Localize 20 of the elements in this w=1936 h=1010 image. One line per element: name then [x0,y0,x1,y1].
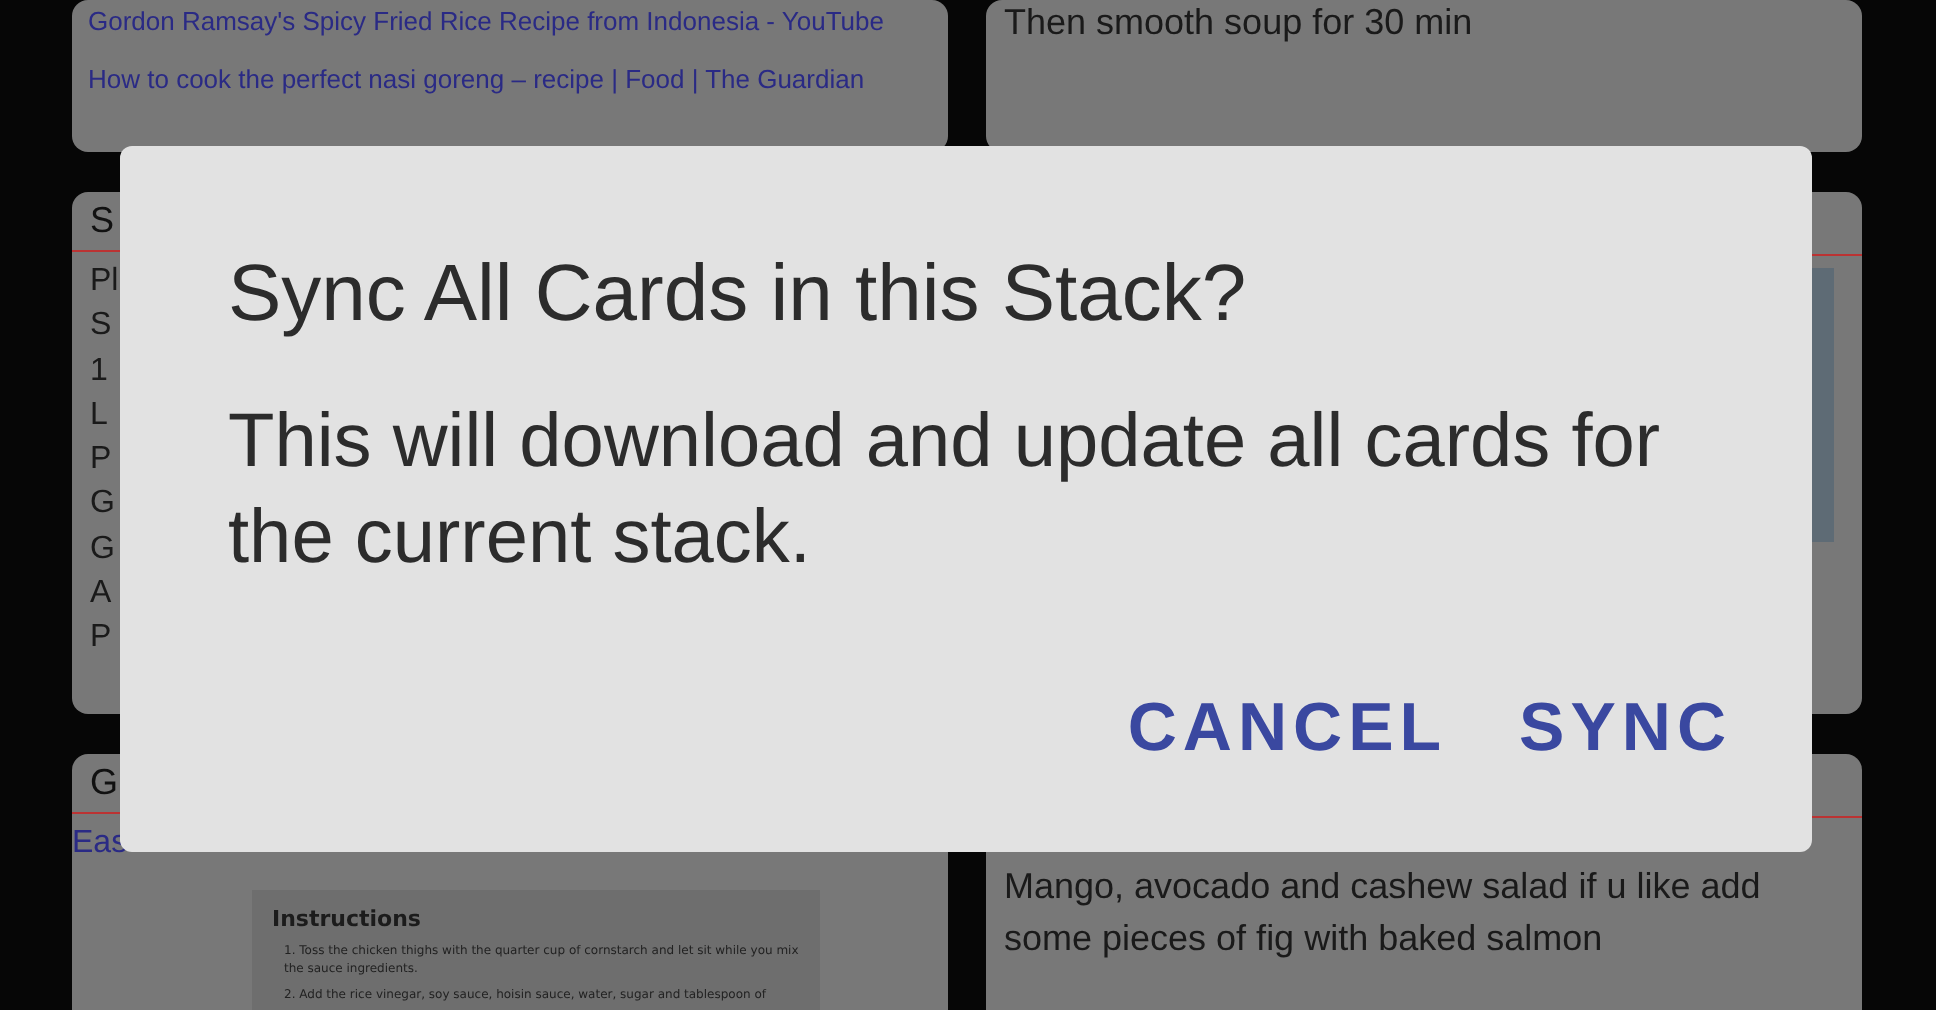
document-heading: Instructions [272,906,423,932]
card-text: P [90,618,112,659]
dialog-title: Sync All Cards in this Stack? [228,248,1249,342]
dialog-message: This will download and update all cards for the current stack. [228,398,1663,584]
card-text: P [90,440,112,481]
card-title: S [90,200,115,242]
card-text: A [90,574,112,615]
card-text: 1 [90,351,108,392]
card-text: L [90,395,108,436]
recipe-link[interactable]: Gordon Ramsay's Spicy Fried Rice Recipe from Indonesia - YouTube [88,6,932,36]
card-text: Then smooth soup for 30 min [1004,0,1473,45]
recipe-card[interactable]: Gordon Ramsay's Spicy Fried Rice Recipe from Indonesia - YouTube How to cook the perfect nasi goreng – recipe | Food | The Guardian [72,0,948,152]
card-title: G [90,762,119,804]
card-text: Mango, avocado and cashew salad if u like add some pieces of fig with baked salmon [1004,864,1763,962]
recipe-card[interactable]: Then smooth soup for 30 min [986,0,1862,152]
card-text: G [90,484,115,525]
card-text: S [90,306,112,347]
recipe-link[interactable]: How to cook the perfect nasi goreng – recipe | Food | The Guardian [88,64,932,94]
card-text: G [90,529,115,570]
card-text: Pl [90,262,119,302]
